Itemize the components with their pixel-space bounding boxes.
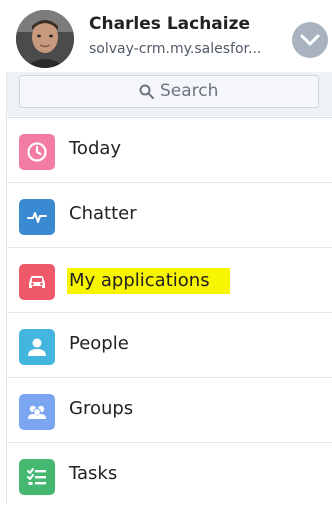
nav-item-label: Chatter xyxy=(69,203,137,224)
user-name: Charles Lachaize xyxy=(89,14,251,34)
nav-item-tasks[interactable]: Tasks xyxy=(7,442,332,507)
search-icon xyxy=(139,84,154,99)
user-photo xyxy=(16,10,74,68)
search-input[interactable]: Search xyxy=(19,75,319,108)
account-toggle-button[interactable] xyxy=(292,22,328,58)
nav-item-label: My applications xyxy=(67,268,230,294)
nav-list: Today Chatter My applications People Gro… xyxy=(7,117,332,507)
nav-item-groups[interactable]: Groups xyxy=(7,377,332,442)
nav-item-today[interactable]: Today xyxy=(7,117,332,182)
car-icon xyxy=(19,264,55,300)
nav-item-label: Today xyxy=(69,138,122,159)
avatar[interactable] xyxy=(16,10,74,68)
user-header: Charles Lachaize solvay-crm.my.salesfor.… xyxy=(0,0,332,74)
nav-item-my-applications[interactable]: My applications xyxy=(7,247,332,312)
nav-item-label: Tasks xyxy=(69,463,118,484)
pulse-icon xyxy=(19,199,55,235)
search-placeholder: Search xyxy=(160,81,219,101)
clock-icon xyxy=(19,134,55,170)
nav-item-label: Groups xyxy=(69,398,134,419)
group-icon xyxy=(19,394,55,430)
search-bar: Search xyxy=(7,72,332,116)
person-icon xyxy=(19,329,55,365)
navigation-menu: Charles Lachaize solvay-crm.my.salesfor.… xyxy=(0,0,332,504)
nav-item-chatter[interactable]: Chatter xyxy=(7,182,332,247)
task-list-icon xyxy=(19,459,55,495)
chevron-down-icon xyxy=(300,34,320,46)
nav-item-people[interactable]: People xyxy=(7,312,332,377)
nav-item-label: People xyxy=(69,333,129,354)
user-domain: solvay-crm.my.salesfor... xyxy=(89,41,262,57)
